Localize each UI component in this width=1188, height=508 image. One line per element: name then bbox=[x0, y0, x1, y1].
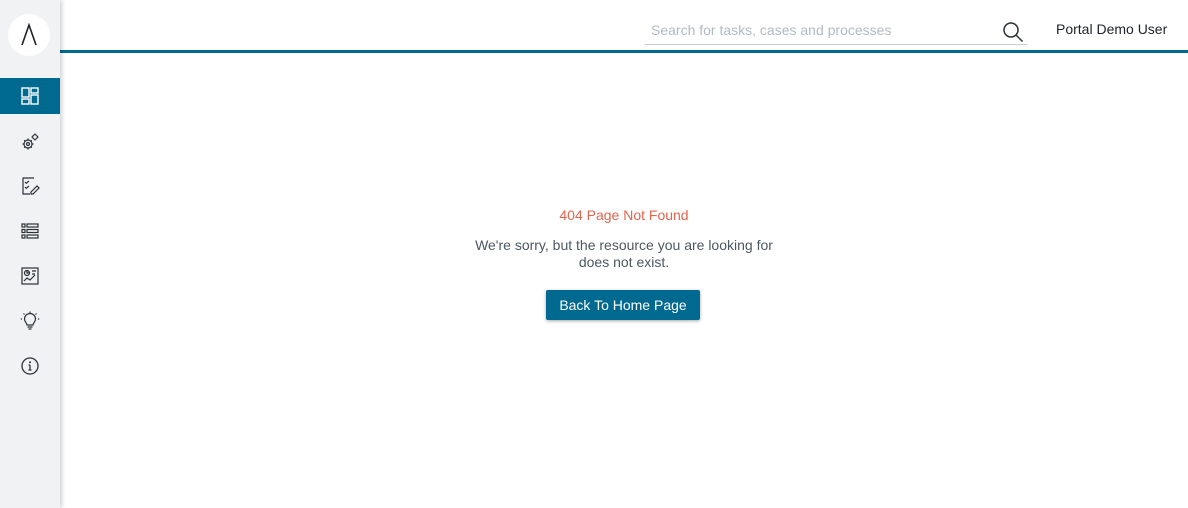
error-message: We're sorry, but the resource you are lo… bbox=[475, 237, 773, 270]
sidebar-item-processes[interactable] bbox=[0, 124, 60, 160]
search-input[interactable] bbox=[645, 18, 985, 42]
sidebar-item-cases[interactable] bbox=[0, 213, 60, 249]
dashboard-icon bbox=[21, 87, 39, 105]
sidebar-item-ideas[interactable] bbox=[0, 303, 60, 339]
task-checklist-icon bbox=[22, 177, 40, 195]
search-icon[interactable] bbox=[1002, 21, 1024, 43]
error-block: 404 Page Not Found We're sorry, but the … bbox=[460, 205, 788, 271]
sidebar-item-dashboard[interactable] bbox=[0, 78, 60, 114]
back-to-home-button[interactable]: Back To Home Page bbox=[546, 290, 700, 320]
list-icon bbox=[21, 223, 39, 239]
portal-app: Portal Demo User 404 Page Not Found We'r… bbox=[0, 0, 1188, 508]
sidebar-item-about[interactable] bbox=[0, 348, 60, 384]
top-bar: Portal Demo User bbox=[60, 0, 1188, 50]
chart-board-icon bbox=[21, 267, 39, 285]
header-divider bbox=[60, 50, 1188, 53]
sidebar-item-tasks[interactable] bbox=[0, 168, 60, 204]
gears-icon bbox=[22, 133, 39, 150]
user-menu[interactable]: Portal Demo User bbox=[1056, 21, 1167, 37]
info-icon bbox=[21, 357, 39, 375]
sidebar-item-statistics[interactable] bbox=[0, 258, 60, 294]
logo-icon bbox=[21, 23, 37, 46]
search-bar bbox=[645, 16, 1027, 45]
logo[interactable] bbox=[8, 14, 50, 56]
sidebar bbox=[0, 0, 60, 508]
lightbulb-icon bbox=[20, 311, 40, 330]
error-title: 404 Page Not Found bbox=[559, 207, 689, 223]
